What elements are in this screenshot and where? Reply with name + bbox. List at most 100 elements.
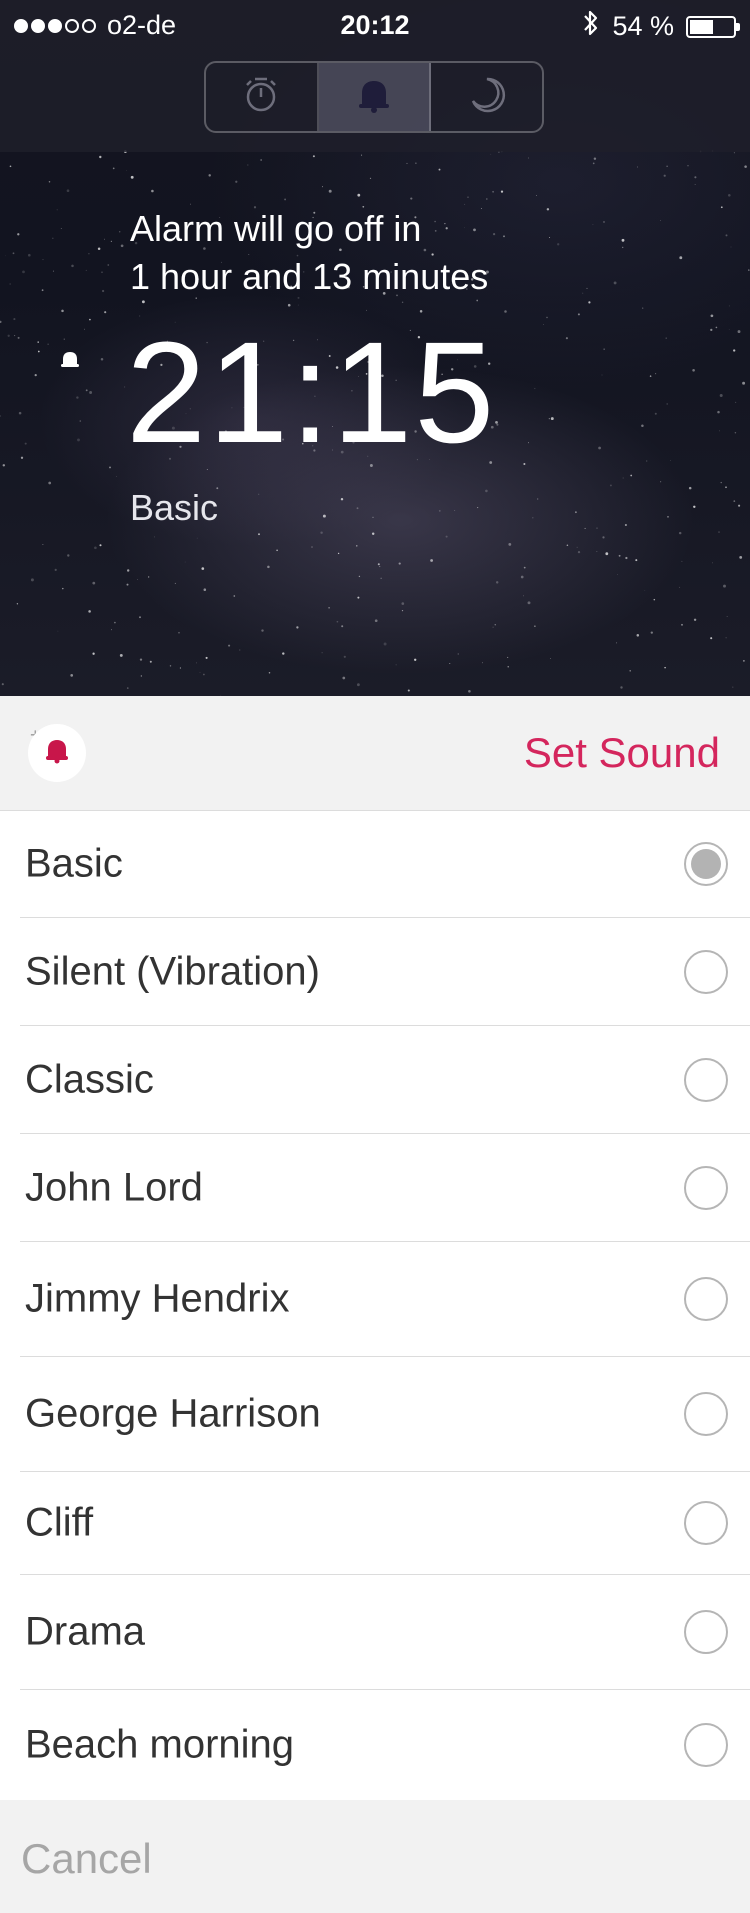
star-dot (196, 662, 197, 664)
star-dot (734, 432, 737, 434)
star-dot (47, 343, 49, 345)
star-dot (17, 233, 20, 236)
sound-option-label: Jimmy Hendrix (25, 1276, 290, 1321)
star-dot (527, 601, 531, 605)
radio-selected-icon[interactable] (684, 842, 728, 886)
star-dot (649, 375, 652, 377)
star-dot (94, 546, 97, 550)
star-dot (742, 381, 746, 385)
star-dot (584, 527, 586, 529)
star-dot (16, 603, 19, 605)
sound-option-label: Classic (25, 1057, 154, 1101)
sound-option-row[interactable]: Cliff (20, 1472, 750, 1575)
star-dot (410, 197, 413, 200)
star-dot (199, 671, 201, 673)
star-dot (494, 624, 496, 626)
radio-empty-icon[interactable] (684, 1277, 728, 1321)
star-dot (48, 181, 51, 183)
star-dot (725, 637, 727, 639)
sound-option-label: Basic (25, 841, 123, 886)
sound-option-row[interactable]: Basic (20, 811, 750, 918)
star-dot (678, 531, 682, 535)
stopwatch-icon (243, 76, 279, 119)
star-dot (520, 575, 524, 579)
star-dot (100, 358, 104, 361)
star-dot (748, 269, 750, 271)
star-dot (438, 168, 441, 171)
star-dot (99, 544, 102, 547)
tab-alarm[interactable] (318, 63, 432, 131)
star-dot (401, 610, 404, 612)
star-dot (89, 318, 91, 321)
star-dot (92, 652, 95, 655)
star-dot (681, 623, 683, 626)
star-dot (178, 631, 180, 634)
sound-option-row[interactable]: Jimmy Hendrix (20, 1242, 750, 1357)
tab-stopwatch[interactable] (206, 63, 319, 131)
star-dot (603, 221, 605, 223)
radio-empty-icon[interactable] (684, 1165, 728, 1210)
radio-empty-icon[interactable] (684, 1057, 728, 1102)
sound-option-row[interactable]: Classic (20, 1026, 750, 1134)
radio-empty-icon[interactable] (684, 949, 728, 994)
star-dot (635, 559, 638, 562)
star-dot (357, 596, 360, 599)
sound-option-label: Cliff (25, 1500, 94, 1545)
star-dot (174, 582, 176, 584)
star-dot (434, 230, 437, 232)
star-dot (119, 653, 123, 657)
star-dot (48, 481, 52, 485)
star-dot (715, 326, 718, 329)
star-dot (340, 497, 344, 501)
star-dot (719, 394, 723, 397)
star-dot (665, 337, 667, 339)
star-dot (196, 537, 198, 539)
star-dot (0, 320, 2, 324)
star-dot (311, 546, 313, 548)
cancel-button[interactable]: Cancel (0, 1805, 750, 1913)
sound-option-row[interactable]: Drama (20, 1575, 750, 1690)
star-dot (730, 246, 732, 248)
sound-option-row[interactable]: Beach morning (20, 1690, 750, 1800)
star-dot (744, 165, 747, 168)
star-dot (179, 667, 181, 669)
star-dot (660, 481, 662, 483)
star-dot (622, 477, 624, 479)
star-dot (282, 652, 285, 655)
radio-empty-icon[interactable] (684, 1392, 728, 1436)
star-dot (34, 373, 37, 377)
star-dot (577, 550, 581, 554)
star-dot (101, 271, 103, 274)
sound-option-row[interactable]: Silent (Vibration) (20, 918, 750, 1026)
alarm-time[interactable]: 21:15 (126, 318, 496, 468)
star-dot (67, 554, 70, 557)
star-dot (63, 338, 65, 340)
star-dot (445, 227, 448, 230)
star-dot (532, 517, 534, 519)
sound-option-row[interactable]: George Harrison (20, 1357, 750, 1472)
radio-empty-icon[interactable] (684, 1501, 728, 1545)
star-dot (550, 417, 554, 421)
star-dot (617, 574, 619, 576)
star-dot (577, 313, 580, 316)
star-dot (328, 189, 332, 193)
star-dot (609, 484, 612, 487)
star-dot (596, 551, 598, 552)
star-dot (629, 670, 631, 672)
star-dot (111, 629, 113, 631)
star-dot (356, 507, 359, 510)
star-dot (546, 208, 550, 211)
star-dot (130, 175, 134, 179)
star-dot (523, 462, 526, 466)
star-dot (728, 329, 730, 330)
sound-option-row[interactable]: John Lord (20, 1134, 750, 1242)
star-dot (646, 460, 648, 462)
star-dot (527, 442, 529, 444)
tab-sleep[interactable] (431, 63, 542, 131)
star-dot (42, 543, 44, 545)
star-dot (54, 568, 57, 571)
radio-empty-icon[interactable] (684, 1610, 728, 1654)
radio-empty-icon[interactable] (684, 1723, 728, 1767)
star-dot (603, 348, 605, 350)
star-dot (694, 184, 696, 185)
